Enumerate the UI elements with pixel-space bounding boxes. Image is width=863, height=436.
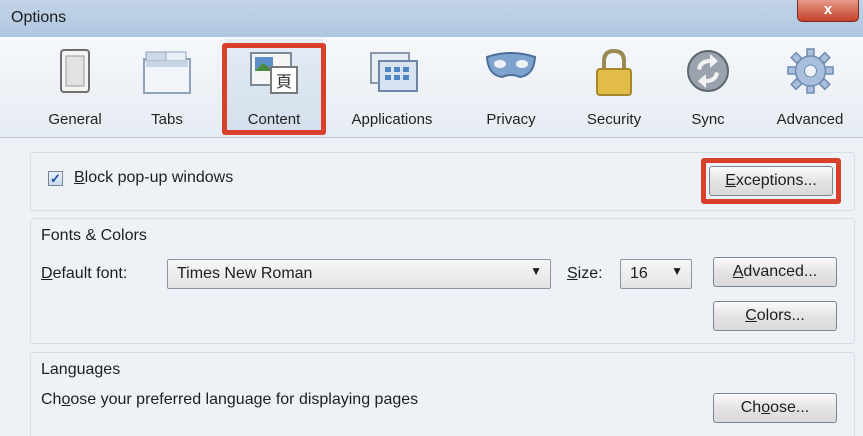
tab-privacy[interactable]: Privacy xyxy=(470,39,552,133)
default-font-select[interactable]: Times New Roman ▼ xyxy=(167,259,551,289)
chevron-down-icon: ▼ xyxy=(530,264,542,278)
content-highlight-box xyxy=(222,43,326,135)
applications-icon xyxy=(370,52,418,92)
languages-description: Choose your preferred language for displ… xyxy=(41,391,419,408)
tab-applications[interactable]: Applications xyxy=(333,39,451,133)
sync-icon xyxy=(687,50,729,92)
close-icon: x xyxy=(823,1,833,18)
tab-general-label: General xyxy=(48,111,102,128)
tab-sync[interactable]: Sync xyxy=(671,39,745,133)
languages-section: Languages Choose your preferred language… xyxy=(30,352,855,436)
tab-tabs-label: Tabs xyxy=(151,111,183,128)
size-label: Size: xyxy=(567,265,603,282)
exceptions-highlight-box xyxy=(701,158,841,204)
tabs-icon xyxy=(143,51,191,94)
options-toolbar: General Tabs 頁 Content Applications Priv… xyxy=(0,37,863,138)
title-bar: Options x xyxy=(0,0,863,37)
fonts-colors-section: Fonts & Colors Default font: Times New R… xyxy=(30,218,855,344)
languages-heading: Languages xyxy=(41,361,121,378)
close-button[interactable]: x xyxy=(797,0,859,22)
window-title: Options xyxy=(11,9,67,26)
choose-languages-button[interactable]: Choose... xyxy=(713,393,837,423)
gear-icon xyxy=(787,48,834,94)
default-font-label: Default font: xyxy=(41,265,128,282)
checkmark-icon: ✓ xyxy=(50,171,61,186)
block-popup-checkbox[interactable]: ✓ xyxy=(48,171,63,186)
chevron-down-icon: ▼ xyxy=(671,264,683,278)
colors-button[interactable]: Colors... xyxy=(713,301,837,331)
popup-section: ✓ Block pop-up windows Exceptions... xyxy=(30,152,855,211)
tab-security[interactable]: Security xyxy=(566,39,662,133)
privacy-mask-icon xyxy=(485,52,537,79)
advanced-fonts-button[interactable]: Advanced... xyxy=(713,257,837,287)
tab-sync-label: Sync xyxy=(691,111,725,128)
options-window: Options x General Tabs 頁 Content Applica… xyxy=(0,0,863,436)
font-size-select[interactable]: 16 ▼ xyxy=(620,259,692,289)
tab-security-label: Security xyxy=(586,111,642,128)
general-window-icon xyxy=(60,49,90,93)
font-size-value: 16 xyxy=(630,265,648,282)
fonts-colors-heading: Fonts & Colors xyxy=(41,227,147,244)
block-popup-label[interactable]: Block pop-up windows xyxy=(74,169,233,187)
tab-applications-label: Applications xyxy=(351,111,433,128)
tab-general[interactable]: General xyxy=(28,39,122,133)
default-font-value: Times New Roman xyxy=(177,265,313,282)
tab-tabs[interactable]: Tabs xyxy=(130,39,204,133)
tab-advanced[interactable]: Advanced xyxy=(760,39,860,133)
padlock-icon xyxy=(596,48,632,96)
tab-advanced-label: Advanced xyxy=(776,111,844,128)
tab-privacy-label: Privacy xyxy=(486,111,536,128)
